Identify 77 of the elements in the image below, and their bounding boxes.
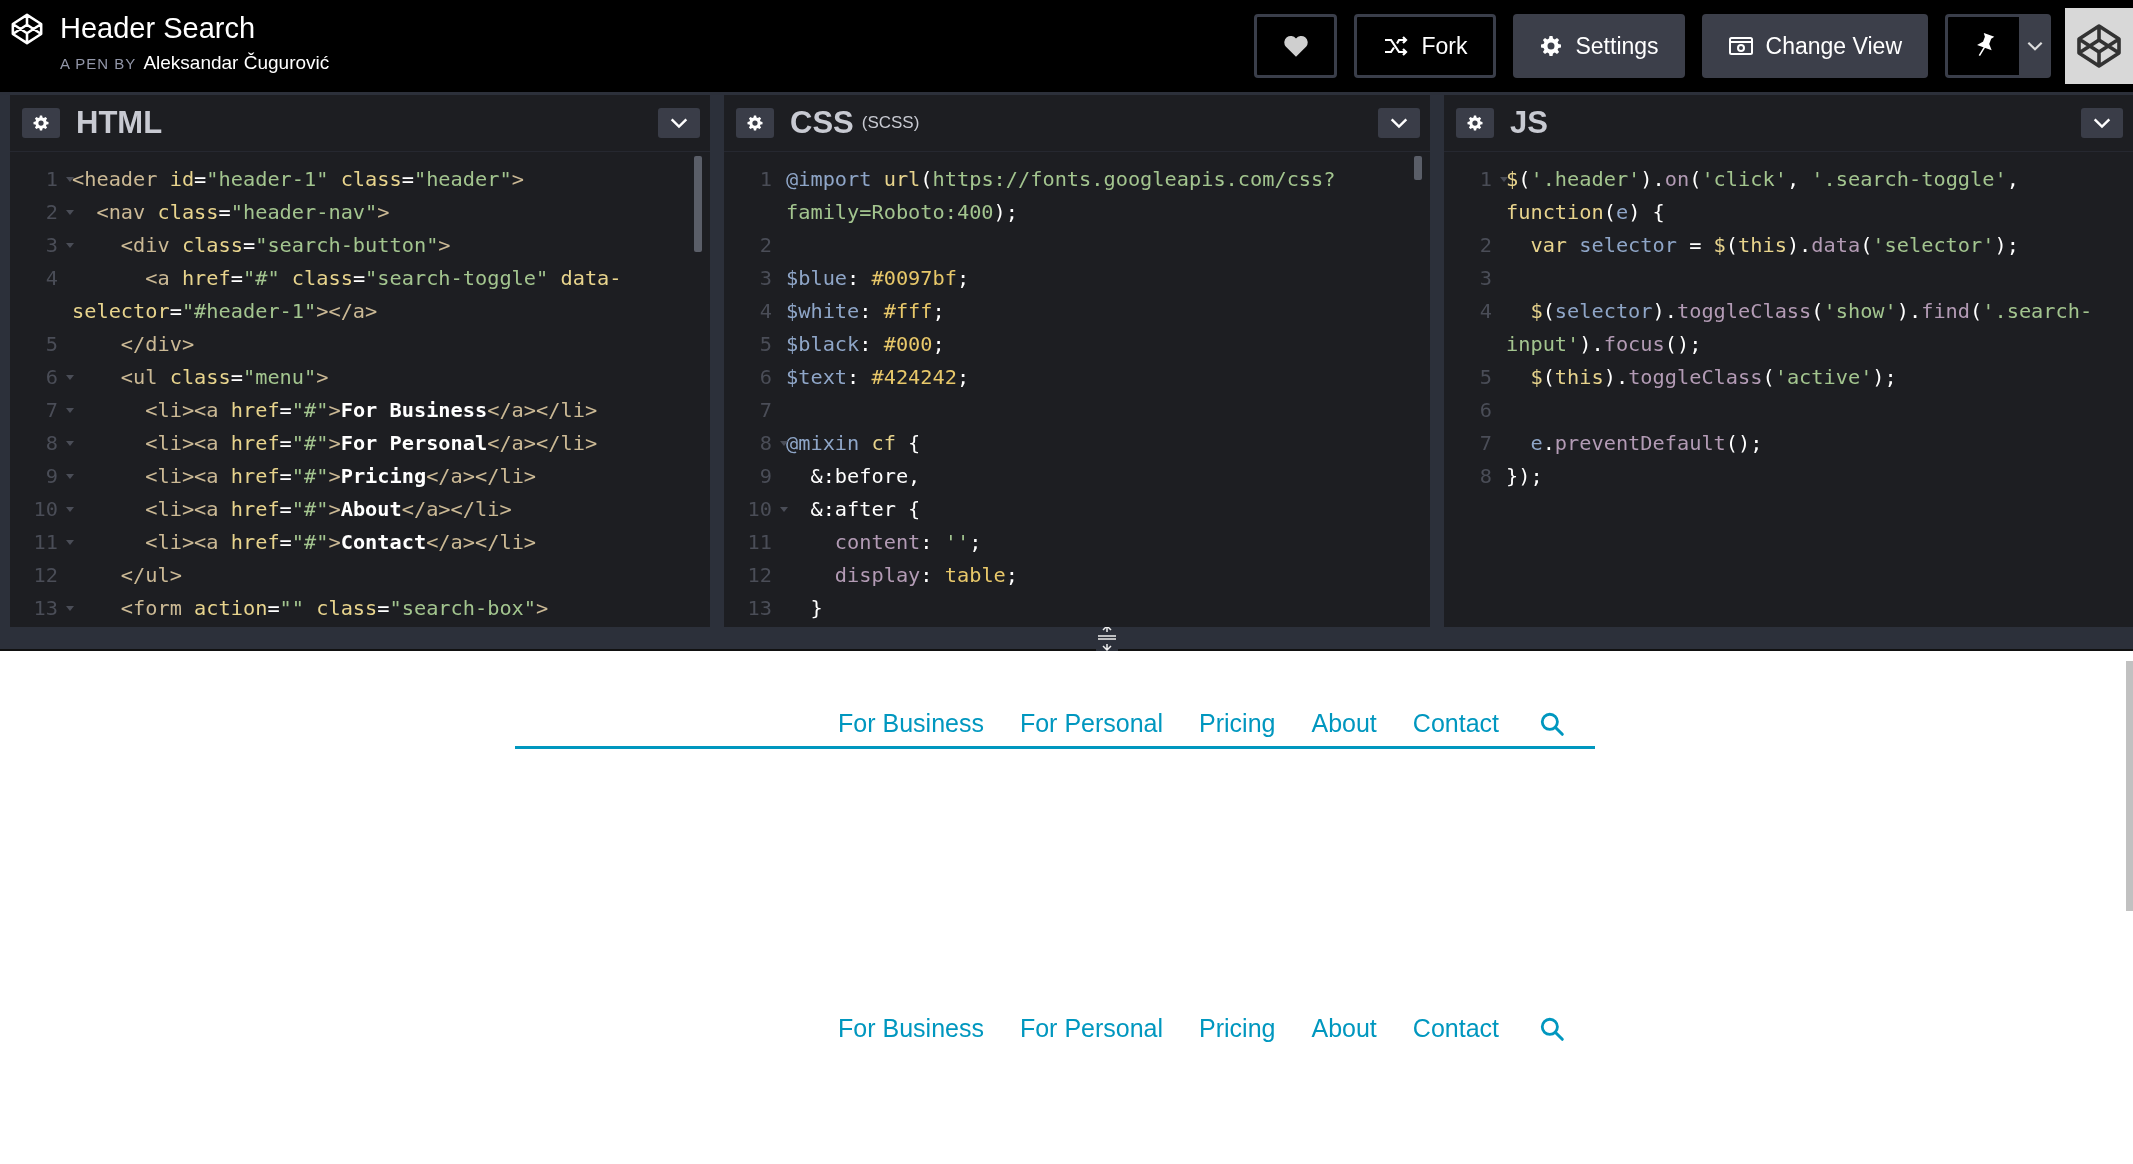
nav-link[interactable]: For Personal <box>1019 709 1164 738</box>
settings-button[interactable]: Settings <box>1513 14 1685 78</box>
code-line: input').focus(); <box>1506 331 1702 356</box>
editor-title: JS <box>1510 105 1548 141</box>
code-line: e.preventDefault(); <box>1529 430 1763 455</box>
cube-logo-icon <box>2075 22 2123 70</box>
code-line: selector="#header-1"></a> <box>72 298 378 323</box>
code-line: <header id="header-1" class="header"> <box>72 166 524 191</box>
pin-button[interactable] <box>1945 14 2019 78</box>
code-line: $(selector).toggleClass('show').find('.search- <box>1529 298 2093 323</box>
nav-link[interactable]: Pricing <box>1199 709 1276 738</box>
search-icon[interactable] <box>1539 710 1565 737</box>
code-line: $white: #fff; <box>786 298 945 323</box>
code-line: $black: #000; <box>786 331 945 356</box>
pen-title: Header Search <box>60 12 257 44</box>
nav-link[interactable]: About <box>1311 709 1377 738</box>
code-line: } <box>809 595 823 620</box>
code-line: function(e) { <box>1506 199 1665 224</box>
code-line: $blue: #0097bf; <box>786 265 970 290</box>
search-icon[interactable] <box>1539 1015 1565 1042</box>
code-line: <li><a href="#">For Business</a></li> <box>144 397 598 422</box>
code-line: <li><a href="#">Pricing</a></li> <box>144 463 537 488</box>
collapse-button[interactable] <box>1378 108 1420 138</box>
like-button[interactable] <box>1254 14 1338 78</box>
settings-icon <box>1539 34 1564 58</box>
nav-link[interactable]: About <box>1311 1014 1377 1043</box>
collapse-button[interactable] <box>2081 108 2123 138</box>
code-line: </ul> <box>119 562 182 587</box>
byline-label: A PEN BY <box>60 55 137 72</box>
nav-link[interactable]: Pricing <box>1199 1014 1276 1043</box>
code-line: <li><a href="#">For Personal</a></li> <box>144 430 598 455</box>
scrollbar[interactable] <box>2126 661 2133 911</box>
code-line: display: table; <box>833 562 1019 587</box>
code-line: <div class="search-button"> <box>119 232 451 257</box>
nav-link[interactable]: Contact <box>1412 1014 1499 1043</box>
editor-language: (SCSS) <box>861 113 920 133</box>
code-line: &:before, <box>809 463 921 488</box>
settings-icon <box>746 114 764 132</box>
window-icon <box>1727 35 1754 57</box>
code-line: @import url(https://fonts.googleapis.com/css? <box>786 166 1336 191</box>
code-line: <ul class="menu"> <box>119 364 329 389</box>
collapse-button[interactable] <box>658 108 700 138</box>
code-line: <li><a href="#">About</a></li> <box>144 496 512 521</box>
author-link[interactable]: Aleksandar Čugurović <box>143 52 330 74</box>
fork-icon <box>1383 35 1410 57</box>
code-line: family=Roboto:400); <box>786 199 1018 224</box>
code-line: <form action="" class="search-box"> <box>119 595 549 620</box>
cube-logo-icon[interactable] <box>10 12 44 46</box>
avatar-image[interactable] <box>2065 8 2133 84</box>
nav-link[interactable]: For Business <box>838 709 984 738</box>
code-line: $('.header').on('click', '.search-toggle', <box>1506 166 2019 191</box>
editor-settings-button[interactable] <box>736 108 774 138</box>
fold-icon[interactable] <box>780 440 788 446</box>
code-line: var selector = $(this).data('selector'); <box>1529 232 2019 257</box>
code-line: }); <box>1506 463 1543 488</box>
editor-title: HTML <box>76 105 163 141</box>
nav-link[interactable]: Contact <box>1412 709 1499 738</box>
code-line: &:after { <box>809 496 921 521</box>
editor-title: CSS <box>790 105 854 141</box>
heart-icon <box>1283 34 1309 58</box>
code-line: <nav class="header-nav"> <box>95 199 390 224</box>
editor-settings-button[interactable] <box>1456 108 1494 138</box>
settings-icon <box>1466 114 1484 132</box>
code-line: $text: #424242; <box>786 364 970 389</box>
code-line: <a href="#" class="search-toggle" data- <box>144 265 622 290</box>
code-line: <li><a href="#">Contact</a></li> <box>144 529 537 554</box>
code-line: @mixin cf { <box>786 430 921 455</box>
fork-button[interactable]: Fork <box>1354 14 1497 78</box>
editor-settings-button[interactable] <box>22 108 60 138</box>
settings-icon <box>32 114 50 132</box>
change-view-button[interactable]: Change View <box>1701 14 1928 78</box>
code-line: $(this).toggleClass('active'); <box>1529 364 1897 389</box>
nav-link[interactable]: For Business <box>838 1014 984 1043</box>
nav-link[interactable]: For Personal <box>1019 1014 1164 1043</box>
fold-icon[interactable] <box>66 176 74 182</box>
code-line: </div> <box>119 331 195 356</box>
code-line: content: ''; <box>833 529 982 554</box>
